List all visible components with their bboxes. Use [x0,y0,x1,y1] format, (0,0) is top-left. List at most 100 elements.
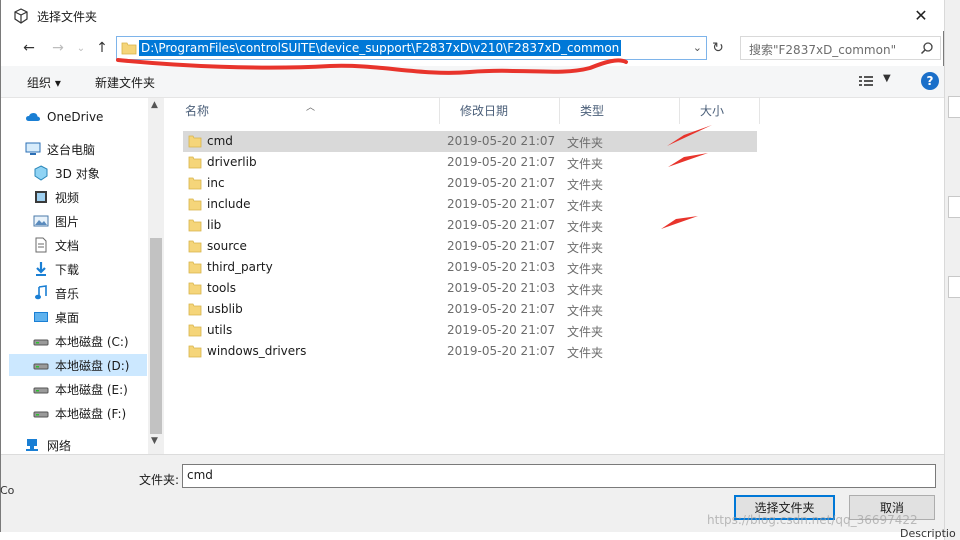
arrow-up-icon: ↑ [96,40,108,56]
file-type: 文件夹 [567,157,604,171]
forward-button[interactable]: → [47,38,69,58]
file-date: 2019-05-20 21:07 [447,344,556,358]
file-date: 2019-05-20 21:07 [447,134,556,148]
file-row[interactable]: lib 2019-05-20 21:07 文件夹 [183,215,757,236]
close-button[interactable]: ✕ [898,0,944,31]
file-date: 2019-05-20 21:07 [447,239,556,253]
folder-icon [188,324,202,337]
column-label: 修改日期 [460,104,509,118]
folder-name-input[interactable]: cmd [182,464,936,488]
organize-menu[interactable]: 组织 ▾ [27,74,61,91]
file-row[interactable]: include 2019-05-20 21:07 文件夹 [183,194,757,215]
file-type: 文件夹 [567,136,604,150]
column-header-size[interactable]: 大小 [680,98,760,124]
background-text-fragment: Descriptio [900,527,956,540]
scroll-up-icon[interactable]: ▲ [151,100,158,110]
folder-picker-dialog: 选择文件夹 ✕ ← → ⌄ ↑ D:\ProgramFiles\controlS… [0,0,944,532]
column-label: 类型 [580,104,605,118]
file-date: 2019-05-20 21:07 [447,323,556,337]
scroll-down-icon[interactable]: ▼ [151,436,158,446]
nav-item[interactable]: 本地磁盘 (D:) [9,354,147,376]
column-header-type[interactable]: 类型 [560,98,680,124]
search-input[interactable]: 搜索"F2837xD_common" [740,36,941,60]
download-icon [36,262,46,276]
column-header-date[interactable]: 修改日期 [440,98,560,124]
file-type: 文件夹 [567,241,604,255]
nav-scrollbar[interactable]: ▲ ▼ [148,98,164,454]
file-type: 文件夹 [567,346,604,360]
folder-icon [188,156,202,169]
nav-item[interactable]: 网络 [25,434,163,456]
file-row[interactable]: windows_drivers 2019-05-20 21:07 文件夹 [183,341,757,362]
file-row[interactable]: inc 2019-05-20 21:07 文件夹 [183,173,757,194]
address-bar[interactable]: D:\ProgramFiles\controlSUITE\device_supp… [116,36,707,60]
background-text-fragment: Co [0,484,15,497]
file-type: 文件夹 [567,199,604,213]
back-button[interactable]: ← [18,38,40,58]
file-row[interactable]: source 2019-05-20 21:07 文件夹 [183,236,757,257]
file-type: 文件夹 [567,178,604,192]
document-icon [35,237,47,253]
file-name: usblib [207,302,243,316]
up-button[interactable]: ↑ [91,38,113,58]
cube-icon [34,165,48,181]
nav-item[interactable]: 这台电脑 [25,138,163,160]
column-header-name[interactable]: 名称 ︿ [165,98,440,124]
background-window-edge [944,0,960,540]
scroll-thumb[interactable] [150,238,162,434]
file-row[interactable]: tools 2019-05-20 21:03 文件夹 [183,278,757,299]
file-list: 名称 ︿ 修改日期 类型 大小 cmd 2019-05-20 21:07 文件夹 dr… [165,98,944,454]
folder-icon [121,42,137,55]
file-date: 2019-05-20 21:07 [447,197,556,211]
music-icon [35,285,47,300]
nav-item-label: 网络 [47,438,72,453]
nav-item-label: 3D 对象 [55,166,100,181]
file-row[interactable]: third_party 2019-05-20 21:03 文件夹 [183,257,757,278]
recent-locations-button[interactable]: ⌄ [70,38,92,58]
file-date: 2019-05-20 21:03 [447,281,556,295]
new-folder-button[interactable]: 新建文件夹 [95,74,155,91]
file-type: 文件夹 [567,220,604,234]
app-icon [14,8,28,24]
nav-item[interactable]: OneDrive [25,106,163,128]
file-name: inc [207,176,225,190]
file-name: tools [207,281,236,295]
picture-icon [33,215,49,227]
view-dropdown-icon[interactable]: ▼ [883,73,891,84]
file-date: 2019-05-20 21:03 [447,260,556,274]
file-date: 2019-05-20 21:07 [447,302,556,316]
file-name: lib [207,218,222,232]
network-icon [26,439,38,451]
drive-icon [33,411,49,418]
folder-icon [188,261,202,274]
file-name: include [207,197,251,211]
file-date: 2019-05-20 21:07 [447,176,556,190]
folder-icon [188,219,202,232]
drive-icon [33,387,49,394]
refresh-button[interactable]: ↻ [708,36,728,60]
file-row[interactable]: cmd 2019-05-20 21:07 文件夹 [183,131,757,152]
nav-item-label: 文档 [55,238,80,253]
file-name: utils [207,323,233,337]
watermark: https://blog.csdn.net/qq_36697422 [707,513,918,527]
file-row[interactable]: usblib 2019-05-20 21:07 文件夹 [183,299,757,320]
nav-item-label: 桌面 [55,310,80,325]
file-row[interactable]: utils 2019-05-20 21:07 文件夹 [183,320,757,341]
file-name: windows_drivers [207,344,307,358]
nav-item-label: 本地磁盘 (F:) [55,406,127,421]
file-date: 2019-05-20 21:07 [447,218,556,232]
nav-item-label: 视频 [55,190,80,205]
arrow-left-icon: ← [23,40,35,56]
file-row[interactable]: driverlib 2019-05-20 21:07 文件夹 [183,152,757,173]
folder-icon [188,303,202,316]
view-options-icon[interactable] [858,74,874,88]
chevron-down-icon[interactable]: ⌄ [693,41,702,54]
footer-panel: 文件夹: cmd 选择文件夹 取消 https://blog.csdn.net/… [1,454,944,532]
address-path[interactable]: D:\ProgramFiles\controlSUITE\device_supp… [139,40,622,56]
title-bar: 选择文件夹 ✕ [1,0,944,31]
search-icon [920,42,933,55]
file-name: source [207,239,247,253]
help-button[interactable]: ? [921,72,939,90]
file-name: cmd [207,134,233,148]
file-type: 文件夹 [567,325,604,339]
